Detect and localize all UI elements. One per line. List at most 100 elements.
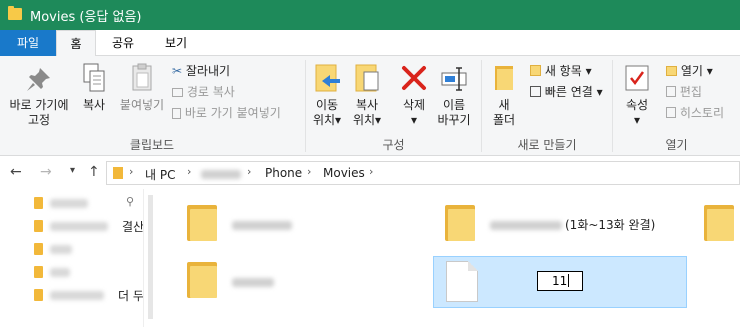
pin-icon: ⚲ xyxy=(126,195,135,208)
delete-label: 삭제 ▾ xyxy=(402,98,426,127)
tab-home[interactable]: 홈 xyxy=(56,30,96,57)
copy-path-button[interactable]: 경로 복사 xyxy=(172,83,235,100)
ribbon: 바로 가기에 고정 복사 붙여넣기 ✂ 잘라내기 경로 복사 바로 가기 붙여넣… xyxy=(0,56,740,156)
delete-button[interactable]: 삭제 ▾ xyxy=(396,62,432,128)
move-to-button[interactable]: 이동 위치▾ xyxy=(308,62,346,128)
copy-icon xyxy=(83,63,105,92)
clipboard-group-label: 클립보드 xyxy=(129,138,175,152)
copy-to-icon xyxy=(355,64,379,92)
edit-icon xyxy=(666,86,676,97)
new-folder-label: 새 폴더 xyxy=(492,98,516,127)
organize-group-label: 구성 xyxy=(382,138,405,152)
chevron-down-icon: ▾ xyxy=(585,64,592,78)
chevron-right-icon: › xyxy=(369,165,374,178)
folder-name-blurred xyxy=(490,221,562,230)
rename-input[interactable]: 11 xyxy=(537,271,583,291)
new-item-icon xyxy=(530,65,541,76)
folder-item[interactable] xyxy=(187,262,217,298)
nav-item[interactable]: ⚲ xyxy=(34,195,144,213)
cut-button[interactable]: ✂ 잘라내기 xyxy=(172,62,230,79)
breadcrumb-movies[interactable]: Movies xyxy=(323,166,365,180)
folder-icon xyxy=(34,220,43,232)
window-title: Movies (응답 없음) xyxy=(30,10,142,25)
address-bar-row: ← → ▾ ↑ › 내 PC › › Phone › Movies › xyxy=(0,157,740,189)
copy-label: 복사 xyxy=(82,98,106,112)
nav-item-label xyxy=(50,268,70,277)
folder-item[interactable] xyxy=(187,205,217,241)
tab-share[interactable]: 공유 xyxy=(103,30,143,56)
tab-view[interactable]: 보기 xyxy=(151,30,201,56)
new-item-button[interactable]: 새 항목 ▾ xyxy=(530,62,592,79)
nav-item[interactable]: 더 두 xyxy=(34,287,144,305)
scrollbar-thumb[interactable] xyxy=(148,195,153,319)
rename-button[interactable]: 이름 바꾸기 xyxy=(434,62,474,128)
rename-label: 이름 바꾸기 xyxy=(437,98,471,127)
back-button[interactable]: ← xyxy=(10,164,22,180)
open-label: 열기 xyxy=(680,64,703,78)
history-icon xyxy=(666,107,676,118)
new-item-label: 새 항목 xyxy=(544,64,582,78)
paste-label: 붙여넣기 xyxy=(119,98,165,112)
nav-item-label xyxy=(50,245,72,254)
copy-button[interactable]: 복사 xyxy=(76,62,112,113)
folder-icon xyxy=(34,266,43,278)
breadcrumb-phone[interactable]: Phone xyxy=(265,166,302,180)
up-button[interactable]: ↑ xyxy=(88,164,100,180)
folder-name xyxy=(232,278,274,287)
properties-icon xyxy=(625,65,649,91)
copy-to-button[interactable]: 복사 위치▾ xyxy=(348,62,386,128)
easy-access-label: 빠른 연결 xyxy=(544,85,593,99)
chevron-down-icon: ▾ xyxy=(596,85,603,99)
breadcrumb-this-pc[interactable]: 내 PC xyxy=(145,166,175,183)
delete-icon xyxy=(402,66,426,90)
chevron-down-icon: ▾ xyxy=(706,64,713,78)
history-label: 히스토리 xyxy=(679,106,724,120)
folder-item[interactable] xyxy=(445,205,475,241)
chevron-right-icon: › xyxy=(129,165,134,178)
pin-label: 바로 가기에 고정 xyxy=(9,98,69,127)
breadcrumb-device[interactable] xyxy=(201,170,241,179)
tab-file[interactable]: 파일 xyxy=(0,30,56,56)
nav-item[interactable]: 결산 xyxy=(34,218,144,236)
paste-shortcut-icon xyxy=(172,108,181,119)
address-box[interactable]: › 내 PC › › Phone › Movies › xyxy=(106,161,740,185)
nav-item-label-tail: 결산 xyxy=(122,220,145,234)
chevron-right-icon: › xyxy=(307,165,312,178)
title-bar: Movies (응답 없음) xyxy=(0,0,740,30)
paste-button[interactable]: 붙여넣기 xyxy=(114,62,170,113)
open-button[interactable]: 열기 ▾ xyxy=(666,62,713,79)
nav-item[interactable] xyxy=(34,241,144,259)
pin-quick-access-button[interactable]: 바로 가기에 고정 xyxy=(6,64,72,128)
recent-locations-button[interactable]: ▾ xyxy=(70,165,75,176)
folder-icon xyxy=(113,167,123,179)
ribbon-tabs: 파일 홈 공유 보기 xyxy=(0,30,740,57)
cut-label: 잘라내기 xyxy=(185,64,231,78)
folder-icon xyxy=(34,289,43,301)
copy-to-label: 복사 위치▾ xyxy=(352,98,382,127)
nav-item-label xyxy=(50,291,104,300)
open-group-label: 열기 xyxy=(665,138,688,152)
rename-icon xyxy=(441,67,467,91)
properties-button[interactable]: 속성 ▾ xyxy=(617,62,657,128)
new-folder-button[interactable]: 새 폴더 xyxy=(484,62,524,128)
navigation-pane-scrollbar[interactable] xyxy=(143,189,157,327)
easy-access-button[interactable]: 빠른 연결 ▾ xyxy=(530,83,603,100)
paste-icon xyxy=(132,63,152,91)
pin-icon xyxy=(27,68,50,91)
easy-access-icon xyxy=(530,86,541,97)
nav-item[interactable] xyxy=(34,264,144,282)
folder-name: (1화~13화 완결) xyxy=(565,218,656,232)
move-to-label: 이동 위치▾ xyxy=(312,98,342,127)
folder-icon xyxy=(8,6,22,20)
file-icon xyxy=(446,261,478,302)
edit-button[interactable]: 편집 xyxy=(666,83,702,100)
folder-icon xyxy=(34,243,43,255)
folder-item[interactable] xyxy=(704,205,734,241)
chevron-right-icon: › xyxy=(247,165,252,178)
move-to-icon xyxy=(315,64,340,92)
paste-shortcut-button[interactable]: 바로 가기 붙여넣기 xyxy=(172,104,281,121)
new-folder-icon xyxy=(495,66,513,90)
properties-label: 속성 ▾ xyxy=(625,98,649,127)
history-button[interactable]: 히스토리 xyxy=(666,104,724,121)
forward-button[interactable]: → xyxy=(40,164,52,180)
